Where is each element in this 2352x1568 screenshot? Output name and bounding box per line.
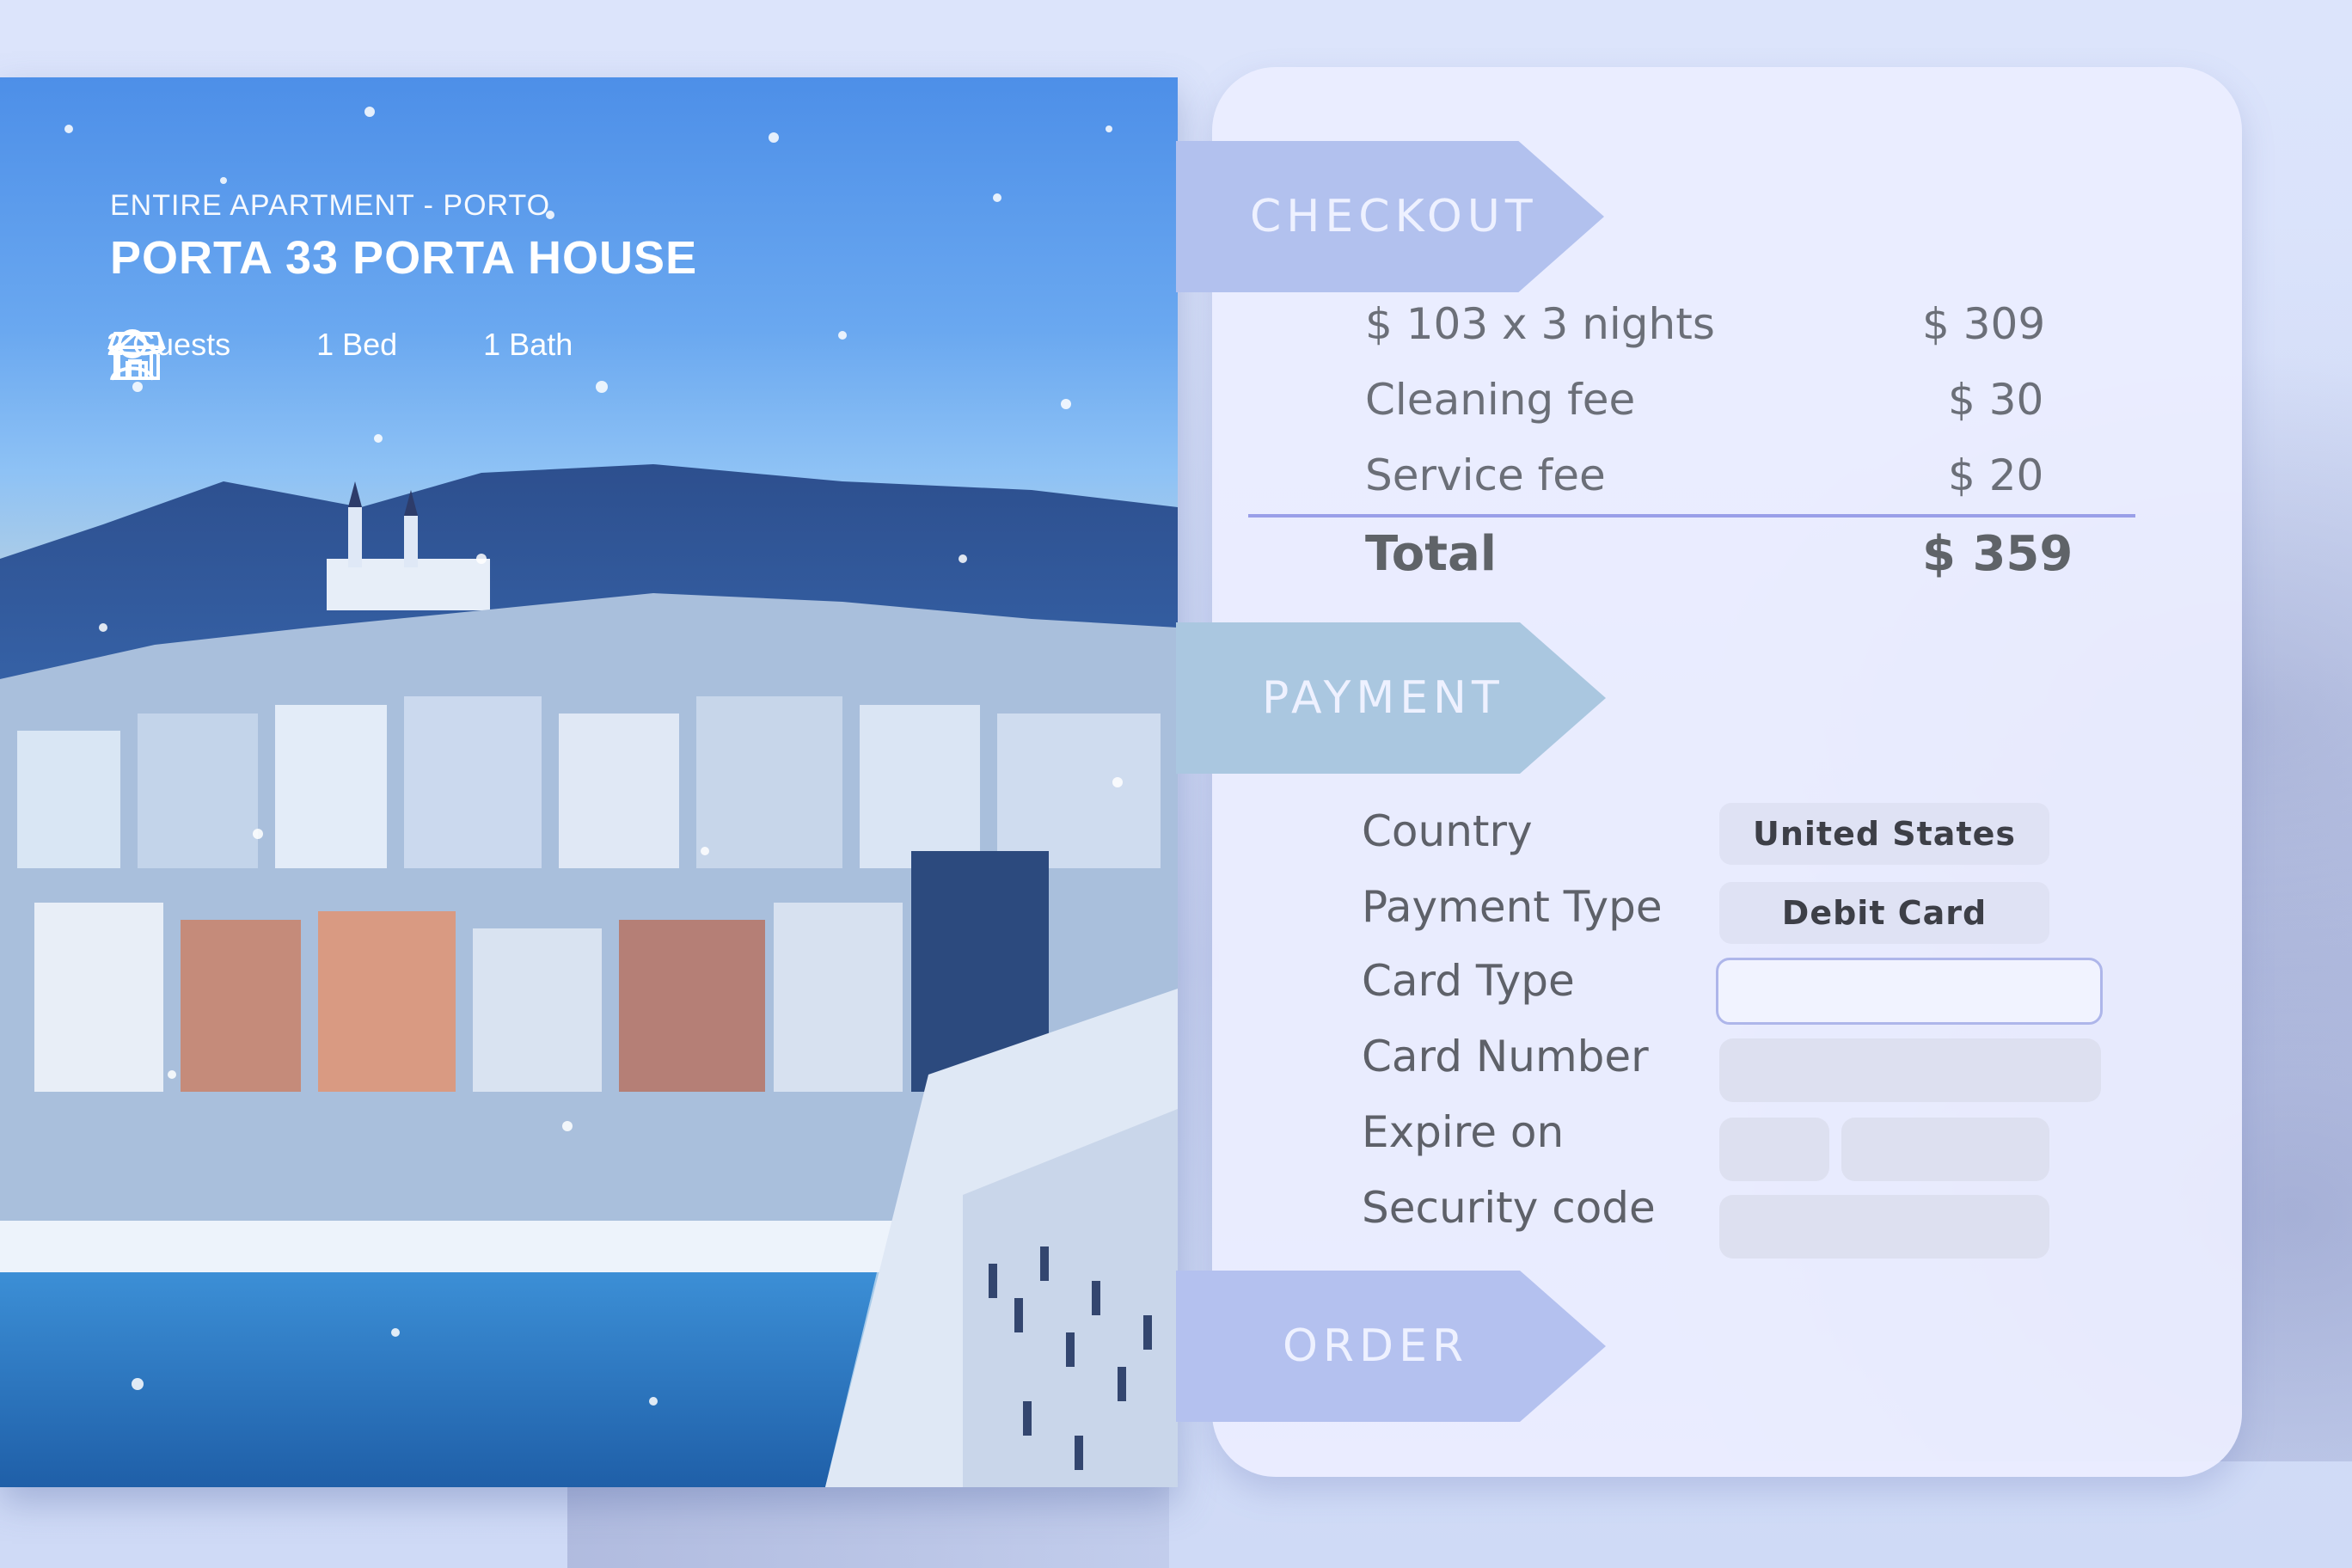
amenities-row: 2 Guests 1 Bed 1 Bath (107, 327, 658, 381)
card-number-input[interactable] (1719, 1038, 2101, 1102)
security-code-input[interactable] (1719, 1195, 2049, 1259)
bath-icon (107, 332, 166, 380)
security-code-label: Security code (1362, 1183, 1656, 1233)
card-type-label: Card Type (1362, 956, 1575, 1006)
amenity-bed: 1 Bed (110, 327, 398, 380)
line-cleaning-label: Cleaning fee (1365, 375, 1636, 425)
listing-title: PORTA 33 PORTA HOUSE (110, 232, 698, 284)
order-button[interactable]: ORDER (1176, 1271, 1606, 1422)
card-type-input[interactable] (1716, 958, 2103, 1025)
total-divider (1248, 514, 2135, 518)
payment-banner: PAYMENT (1176, 622, 1606, 774)
checkout-banner: CHECKOUT (1176, 141, 1604, 292)
amenity-bed-label: 1 Bed (316, 327, 398, 362)
winter-city-photo (0, 107, 1178, 1487)
line-service-amount: $ 20 (1948, 450, 2044, 500)
amenity-bath: 1 Bath (107, 327, 573, 380)
payment-type-label: Payment Type (1362, 882, 1663, 932)
payment-heading: PAYMENT (1262, 672, 1504, 724)
country-label: Country (1362, 806, 1533, 856)
expire-label: Expire on (1362, 1107, 1565, 1157)
total-label: Total (1365, 526, 1497, 582)
expire-year-input[interactable] (1841, 1118, 2049, 1181)
order-heading: ORDER (1283, 1320, 1469, 1372)
country-select[interactable]: United States (1719, 803, 2049, 865)
amenity-bath-label: 1 Bath (483, 327, 573, 362)
background-scenery-bottom (567, 1479, 1169, 1568)
payment-type-select[interactable]: Debit Card (1719, 882, 2049, 944)
line-nights-amount: $ 309 (1922, 299, 2046, 349)
line-cleaning-amount: $ 30 (1948, 375, 2044, 425)
expire-month-input[interactable] (1719, 1118, 1829, 1181)
checkout-heading: CHECKOUT (1250, 191, 1538, 242)
total-amount: $ 359 (1922, 526, 2073, 582)
line-service-label: Service fee (1365, 450, 1606, 500)
listing-header: ENTIRE APARTMENT - PORTO PORTA 33 PORTA … (110, 189, 697, 285)
listing-kicker: ENTIRE APARTMENT - PORTO (110, 189, 551, 222)
line-nights-label: $ 103 x 3 nights (1365, 299, 1715, 349)
listing-photo-card: ENTIRE APARTMENT - PORTO PORTA 33 PORTA … (0, 77, 1178, 1487)
card-number-label: Card Number (1362, 1032, 1649, 1081)
